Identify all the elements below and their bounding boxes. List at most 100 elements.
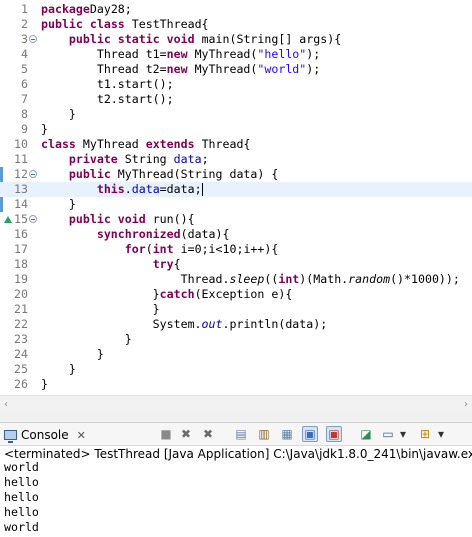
code-editor[interactable]: 1 packageDay28; 2 public class TestThread{3… xyxy=(0,0,472,394)
code-text: System.out.println(data); xyxy=(41,317,328,331)
code-text: packageDay28; xyxy=(41,2,132,16)
code-line[interactable]: 9} xyxy=(0,122,472,137)
fold-toggle-icon[interactable] xyxy=(29,170,37,178)
line-number: 13 xyxy=(14,182,28,196)
code-line[interactable]: 18 try{ xyxy=(0,257,472,272)
output-line: world xyxy=(4,520,39,534)
open-console-dropdown-icon[interactable]: ▾ xyxy=(433,426,449,442)
show-on-stdout-icon[interactable]: ▣ xyxy=(302,426,318,442)
line-number: 11 xyxy=(14,152,28,166)
code-text: } xyxy=(41,197,76,211)
code-line[interactable]: 17 for(int i=0;i<10;i++){ xyxy=(0,242,472,257)
text-caret xyxy=(201,183,203,196)
line-number: 25 xyxy=(14,362,28,376)
code-text: try{ xyxy=(152,257,181,271)
code-line[interactable]: 12 public MyThread(String data) { xyxy=(0,167,472,182)
line-number: 17 xyxy=(14,242,28,256)
code-line[interactable]: 19 Thread.sleep((int)(Math.random()*1000… xyxy=(0,272,472,287)
code-text: } xyxy=(41,377,48,391)
line-number: 5 xyxy=(21,62,28,76)
code-text: synchronized(data){ xyxy=(96,227,230,241)
code-line[interactable]: 23 } xyxy=(0,332,472,347)
code-line[interactable]: 11 private String data; xyxy=(0,152,472,167)
code-line[interactable]: 8 } xyxy=(0,107,472,122)
console-tab[interactable]: Console ✕ xyxy=(4,426,86,444)
code-line[interactable]: 25 } xyxy=(0,362,472,377)
code-text: Thread t1=new MyThread("hello"); xyxy=(41,47,321,61)
output-line: hello xyxy=(4,490,39,504)
line-number: 1 xyxy=(21,2,28,16)
output-line: hello xyxy=(4,475,39,489)
line-number: 3 xyxy=(21,32,28,46)
console-tab-label: Console xyxy=(21,428,69,442)
line-number: 18 xyxy=(14,257,28,271)
line-number: 10 xyxy=(14,137,28,151)
display-console-icon[interactable]: ▭ xyxy=(380,426,396,442)
line-number: 20 xyxy=(14,287,28,301)
word-wrap-icon[interactable]: ▦ xyxy=(279,426,295,442)
code-line[interactable]: 22 System.out.println(data); xyxy=(0,317,472,332)
console-toolbar: Console ✕ ■ ✖ ✖ ▤ ▥ ▦ ▣ ▣ ◪ ▭ ▾ ⊞ ▾ xyxy=(0,423,472,446)
code-line[interactable]: 15 public void run(){ xyxy=(0,212,472,227)
code-line[interactable]: 6 t1.start(); xyxy=(0,77,472,92)
code-line[interactable]: 1 packageDay28; xyxy=(0,2,472,17)
code-line[interactable]: 24 } xyxy=(0,347,472,362)
line-number: 23 xyxy=(14,332,28,346)
code-line[interactable]: 20 }catch(Exception e){ xyxy=(0,287,472,302)
code-line[interactable]: 2 public class TestThread{ xyxy=(0,17,472,32)
code-text: public class TestThread{ xyxy=(41,17,209,31)
fold-toggle-icon[interactable] xyxy=(29,35,37,43)
fold-toggle-icon[interactable] xyxy=(29,215,37,223)
code-text: public static void main(String[] args){ xyxy=(68,32,342,46)
code-line[interactable]: 3 public static void main(String[] args)… xyxy=(0,32,472,47)
scroll-right-icon[interactable]: › xyxy=(464,399,468,410)
open-console-icon[interactable]: ⊞ xyxy=(417,426,433,442)
code-line[interactable]: 7 t2.start(); xyxy=(0,92,472,107)
override-marker-icon xyxy=(4,216,12,223)
code-text: public MyThread(String data) { xyxy=(68,167,279,181)
output-line: hello xyxy=(4,505,39,519)
line-number: 19 xyxy=(14,272,28,286)
close-icon[interactable]: ✕ xyxy=(77,429,86,442)
code-line[interactable]: 10 class MyThread extends Thread{ xyxy=(0,137,472,152)
clear-console-icon[interactable]: ▤ xyxy=(233,426,249,442)
code-line[interactable]: 21 } xyxy=(0,302,472,317)
code-text: } xyxy=(41,347,104,361)
line-number: 16 xyxy=(14,227,28,241)
line-number: 9 xyxy=(21,122,28,136)
code-line[interactable]: 5 Thread t2=new MyThread("world"); xyxy=(0,62,472,77)
code-text: Thread.sleep((int)(Math.random()*1000)); xyxy=(41,272,460,286)
line-number: 21 xyxy=(14,302,28,316)
show-on-stderr-icon[interactable]: ▣ xyxy=(326,426,342,442)
view-divider[interactable] xyxy=(0,412,472,423)
scroll-left-icon[interactable]: ‹ xyxy=(4,399,8,410)
code-text: } xyxy=(41,362,76,376)
line-number: 2 xyxy=(21,17,28,31)
display-console-dropdown-icon[interactable]: ▾ xyxy=(395,426,411,442)
line-number: 24 xyxy=(14,347,28,361)
pin-console-icon[interactable]: ◪ xyxy=(358,426,374,442)
code-text: } xyxy=(41,107,76,121)
code-line[interactable]: 16 synchronized(data){ xyxy=(0,227,472,242)
line-number: 7 xyxy=(21,92,28,106)
editor-horizontal-scrollbar[interactable]: ‹ › xyxy=(0,395,472,412)
code-text: }catch(Exception e){ xyxy=(41,287,293,301)
launch-status: <terminated> TestThread [Java Applicatio… xyxy=(4,447,472,461)
line-number: 14 xyxy=(14,197,28,211)
code-line[interactable]: 26} xyxy=(0,377,472,392)
line-number: 22 xyxy=(14,317,28,331)
code-text: } xyxy=(41,332,132,346)
remove-all-launches-icon[interactable]: ✖ xyxy=(200,426,216,442)
terminate-icon[interactable]: ■ xyxy=(158,426,174,442)
code-text: for(int i=0;i<10;i++){ xyxy=(124,242,279,256)
remove-launch-icon[interactable]: ✖ xyxy=(178,426,194,442)
console-icon xyxy=(4,430,17,443)
code-text: } xyxy=(41,302,160,316)
code-text: private String data; xyxy=(68,152,209,166)
line-number: 6 xyxy=(21,77,28,91)
code-text: } xyxy=(41,122,48,136)
code-line[interactable]: 4 Thread t1=new MyThread("hello"); xyxy=(0,47,472,62)
code-line[interactable]: 13 this.data=data; xyxy=(0,182,472,197)
code-line[interactable]: 14 } xyxy=(0,197,472,212)
scroll-lock-icon[interactable]: ▥ xyxy=(256,426,272,442)
